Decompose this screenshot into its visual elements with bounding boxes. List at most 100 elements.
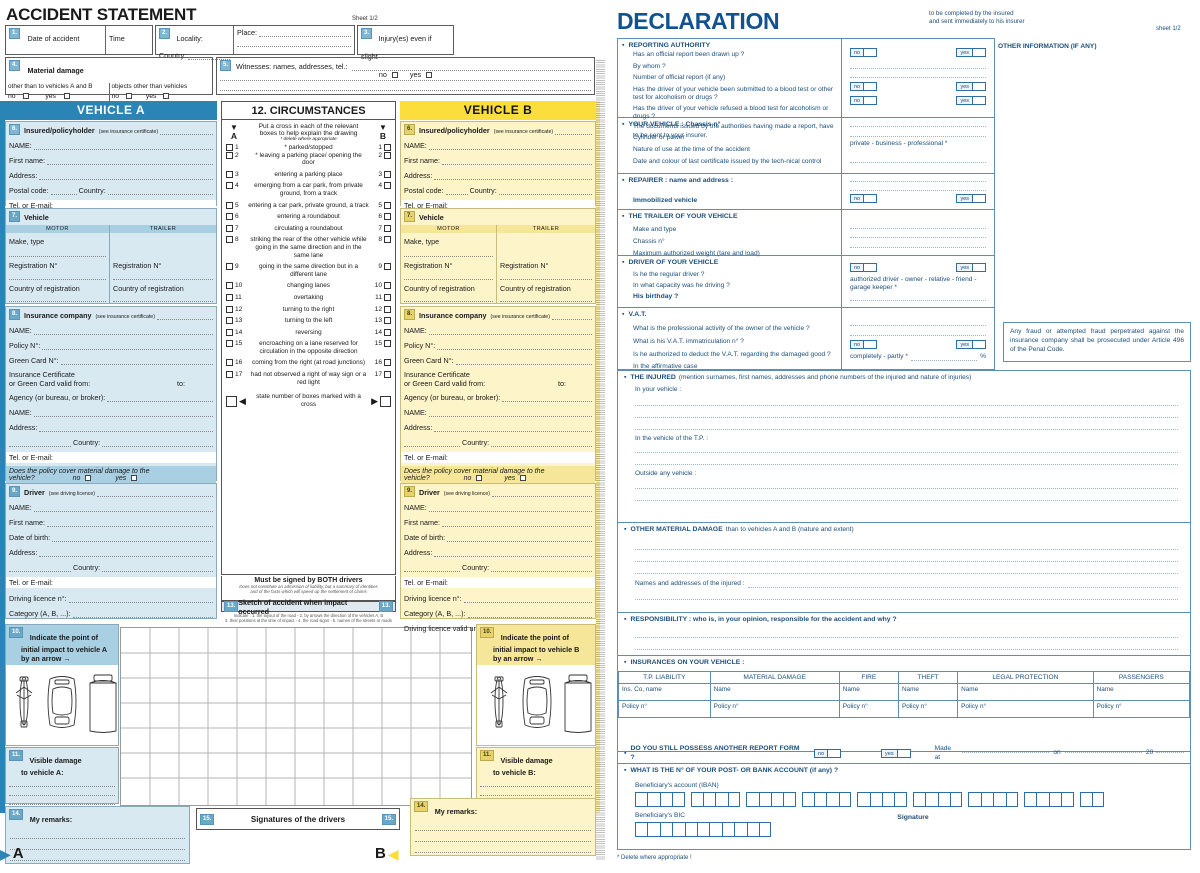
immobilized-no[interactable]: no bbox=[850, 194, 878, 203]
another-form-no[interactable]: no bbox=[813, 749, 842, 758]
iban-cell[interactable] bbox=[715, 792, 728, 807]
visdmg-input-a-2[interactable] bbox=[9, 795, 115, 796]
circumstance-checkbox-a-12[interactable] bbox=[226, 305, 233, 313]
injured-tp-input-2[interactable] bbox=[635, 464, 1178, 466]
place-input-line2[interactable] bbox=[237, 46, 351, 47]
remarks-input-a-2[interactable] bbox=[10, 849, 185, 850]
report-number-input[interactable] bbox=[850, 77, 986, 78]
remarks-input-a-3[interactable] bbox=[10, 860, 185, 861]
iban-group[interactable] bbox=[635, 792, 685, 807]
iban-group[interactable] bbox=[690, 792, 741, 807]
injured-yv-input-2[interactable] bbox=[635, 417, 1178, 418]
report-drawn-yes[interactable]: yes bbox=[956, 48, 986, 57]
driver-firstname-input-b[interactable] bbox=[441, 526, 592, 527]
bic-cell[interactable] bbox=[709, 822, 722, 838]
insured-postal-input-b[interactable] bbox=[445, 194, 468, 195]
vat-activity-input[interactable] bbox=[850, 325, 986, 326]
regular-driver-no[interactable]: no bbox=[850, 263, 878, 272]
circumstance-checkbox-a-16[interactable] bbox=[226, 359, 233, 367]
iban-group[interactable] bbox=[801, 792, 852, 807]
iban-group[interactable] bbox=[857, 792, 907, 807]
ins-policy-input-a[interactable] bbox=[42, 349, 213, 350]
other-damage-input-2[interactable] bbox=[635, 560, 1178, 562]
refused-no[interactable]: no bbox=[850, 96, 878, 105]
driver-address2-input-a[interactable] bbox=[9, 571, 71, 572]
regular-driver-no-box[interactable] bbox=[864, 264, 877, 271]
driver-dob-input-a[interactable] bbox=[52, 541, 213, 542]
bic-cell[interactable] bbox=[721, 822, 735, 838]
vehicle-diagram-a[interactable] bbox=[6, 665, 118, 738]
insured-firstname-input-b[interactable] bbox=[441, 164, 592, 165]
circumstance-checkbox-b-9[interactable] bbox=[384, 263, 391, 271]
circumstance-checkbox-b-4[interactable] bbox=[384, 182, 391, 190]
policy-cover-no-checkbox-a[interactable] bbox=[85, 475, 92, 481]
bic-cell[interactable] bbox=[672, 822, 685, 838]
iban-cell[interactable] bbox=[1036, 792, 1049, 807]
iban-cell[interactable] bbox=[869, 792, 883, 807]
injured-tp-input-1[interactable] bbox=[635, 452, 1178, 454]
bloodtest-no-box[interactable] bbox=[864, 83, 877, 90]
sketch-canvas[interactable] bbox=[120, 627, 472, 806]
md1-yes-checkbox[interactable] bbox=[63, 93, 70, 99]
circumstance-checkbox-a-6[interactable] bbox=[226, 213, 233, 221]
iban-cell[interactable] bbox=[814, 792, 827, 807]
injured-yv-input-3[interactable] bbox=[635, 429, 1178, 430]
circumstance-checkbox-b-3[interactable] bbox=[384, 170, 391, 178]
technical-control-input[interactable] bbox=[850, 162, 986, 164]
year-input[interactable] bbox=[1156, 752, 1185, 753]
made-at-input[interactable] bbox=[962, 752, 1050, 753]
driver-licence-input-a[interactable] bbox=[68, 602, 213, 603]
circumstance-checkbox-b-10[interactable] bbox=[384, 282, 391, 290]
bic-cell[interactable] bbox=[734, 822, 747, 838]
insured-name-input-b[interactable] bbox=[428, 149, 592, 150]
circumstance-checkbox-b-2[interactable] bbox=[384, 151, 391, 159]
vat-number-input[interactable] bbox=[850, 335, 986, 336]
insurances-cell[interactable]: Policy n° bbox=[1092, 699, 1191, 718]
vat-deduct-no[interactable]: no bbox=[850, 340, 878, 349]
insurances-cell[interactable]: Policy n° bbox=[957, 699, 1094, 718]
bic-cell[interactable] bbox=[684, 822, 697, 838]
iban-cell[interactable] bbox=[746, 792, 759, 807]
iban-cell[interactable] bbox=[1091, 792, 1105, 807]
iban-cell[interactable] bbox=[702, 792, 716, 807]
trailer-countryreg-input-b[interactable] bbox=[500, 301, 592, 302]
responsibility-input-2[interactable] bbox=[635, 648, 1178, 650]
vehicle-diagram-b[interactable] bbox=[477, 665, 595, 738]
driver-name-input-b[interactable] bbox=[428, 511, 592, 512]
driver-address2-input-b[interactable] bbox=[404, 571, 460, 572]
report-drawn-yes-box[interactable] bbox=[973, 49, 985, 56]
insurances-cell[interactable]: Name bbox=[838, 682, 899, 701]
total-box-a[interactable] bbox=[226, 395, 237, 407]
circumstance-checkbox-b-15[interactable] bbox=[384, 340, 391, 348]
insurances-cell[interactable]: Ins. Co, name bbox=[618, 682, 711, 701]
iban-cell[interactable] bbox=[1048, 792, 1062, 807]
remarks-input-b-3[interactable] bbox=[415, 852, 591, 853]
insurances-cell[interactable]: Policy n° bbox=[618, 699, 711, 718]
driver-firstname-input-a[interactable] bbox=[46, 526, 213, 527]
injured-names-input[interactable] bbox=[747, 587, 1178, 588]
insured-name-input-a[interactable] bbox=[33, 149, 213, 150]
iban-group[interactable] bbox=[912, 792, 963, 807]
ins-agency-input-a[interactable] bbox=[107, 401, 213, 402]
injured-outside-input-1[interactable] bbox=[635, 487, 1178, 489]
remarks-input-b-1[interactable] bbox=[415, 830, 591, 831]
regular-driver-yes-box[interactable] bbox=[973, 264, 985, 271]
iban-cell[interactable] bbox=[672, 792, 685, 807]
iban-cell[interactable] bbox=[758, 792, 771, 807]
chassis-input[interactable] bbox=[850, 126, 986, 127]
driver-country-input-b[interactable] bbox=[491, 571, 592, 572]
ins-agencyname-input-a[interactable] bbox=[33, 416, 213, 417]
ins-addr2-input-a[interactable] bbox=[9, 446, 71, 447]
immobilized-yes-box[interactable] bbox=[973, 195, 985, 202]
report-drawn-no-box[interactable] bbox=[864, 49, 877, 56]
iban-cell[interactable] bbox=[857, 792, 870, 807]
driver-category-input-a[interactable] bbox=[72, 617, 213, 618]
circumstance-checkbox-b-8[interactable] bbox=[384, 236, 391, 244]
vat-deduct-no-box[interactable] bbox=[864, 341, 877, 348]
cylinder-input[interactable] bbox=[850, 136, 986, 137]
ins-country-input-b[interactable] bbox=[491, 446, 592, 447]
refused-yes[interactable]: yes bbox=[956, 96, 986, 105]
iban-cell[interactable] bbox=[968, 792, 981, 807]
circumstance-checkbox-b-11[interactable] bbox=[384, 293, 391, 301]
bic-cell[interactable] bbox=[647, 822, 660, 838]
